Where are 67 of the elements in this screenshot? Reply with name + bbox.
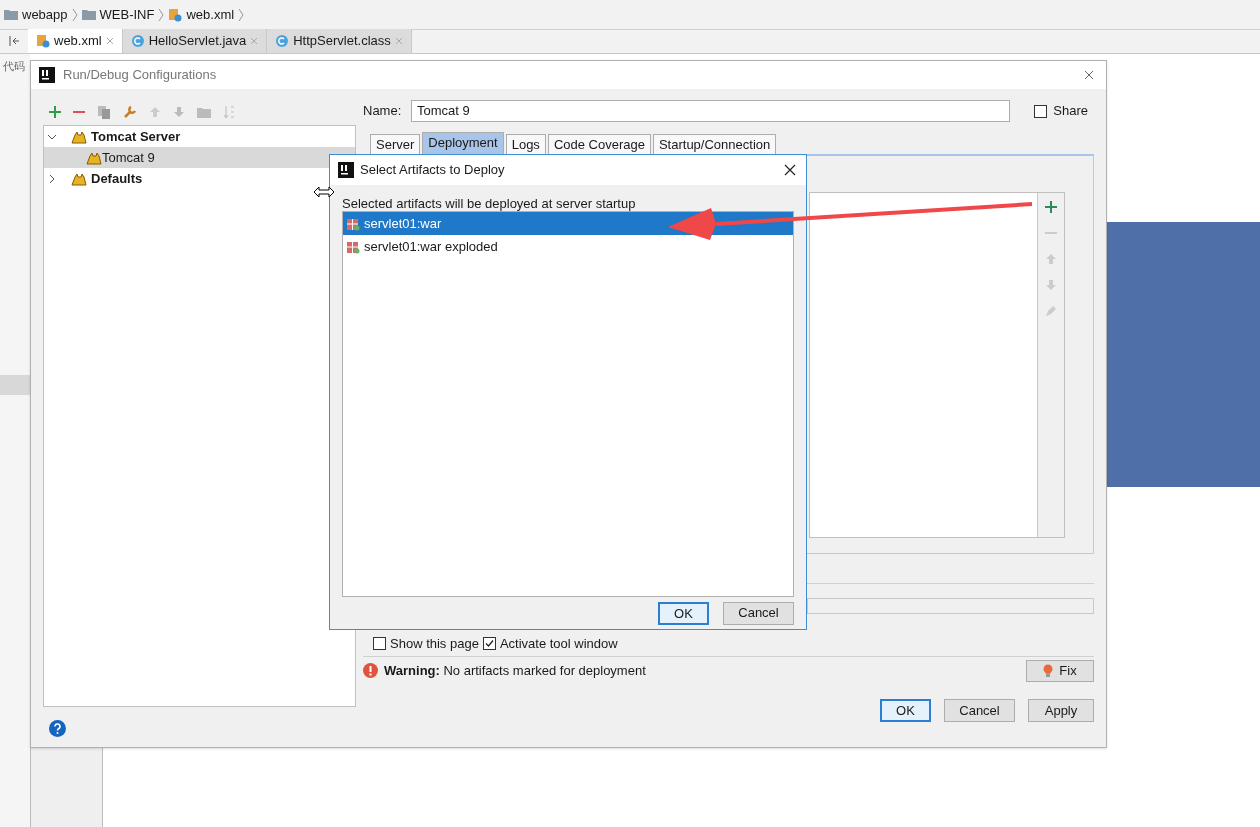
- checkbox-label: Share: [1053, 102, 1088, 121]
- folder-icon[interactable]: [197, 106, 211, 118]
- expand-icon[interactable]: [47, 173, 57, 184]
- folder-icon: [81, 9, 96, 20]
- editor-tab[interactable]: HelloServlet.java: [122, 29, 268, 53]
- settings-tab[interactable]: Startup/Connection: [652, 134, 777, 154]
- settings-tab[interactable]: Code Coverage: [547, 134, 651, 154]
- checkbox[interactable]: [482, 636, 496, 650]
- class-icon: [275, 34, 290, 48]
- checkbox[interactable]: [373, 636, 386, 650]
- close-icon[interactable]: [784, 164, 796, 176]
- field-label: Name:: [363, 102, 403, 121]
- add-icon[interactable]: [49, 106, 61, 118]
- resize-cursor-icon: [313, 186, 335, 198]
- window-title: Run/Debug Configurations: [63, 66, 217, 85]
- folder-icon: [4, 9, 18, 20]
- dialog-button[interactable]: Apply: [1028, 699, 1094, 722]
- settings-tab[interactable]: Logs: [505, 134, 546, 154]
- settings-tab[interactable]: Deployment: [422, 132, 504, 154]
- breadcrumb-item[interactable]: webapp: [22, 4, 68, 25]
- dialog-button[interactable]: OK: [880, 699, 931, 722]
- dialog-button[interactable]: Cancel: [944, 699, 1015, 722]
- editor-tab[interactable]: web.xml: [28, 29, 123, 53]
- checkbox[interactable]: [1034, 104, 1048, 118]
- cat-icon: [71, 129, 87, 144]
- editor-tab[interactable]: HttpServlet.class: [267, 29, 412, 53]
- artifact-item[interactable]: servlet01:war: [343, 212, 793, 235]
- dialog-title: Select Artifacts to Deploy: [360, 161, 505, 180]
- tree-item[interactable]: Tomcat Server: [44, 126, 355, 147]
- dialog-button[interactable]: OK: [658, 601, 709, 625]
- cat-icon: [71, 171, 87, 186]
- app-logo-icon: [338, 162, 354, 178]
- warning-icon: [363, 663, 378, 678]
- help-icon[interactable]: [49, 720, 66, 737]
- text-field[interactable]: [807, 598, 1094, 614]
- wrench-icon[interactable]: [123, 105, 137, 119]
- chevron-icon: [158, 7, 165, 22]
- artifact-item[interactable]: servlet01:war exploded: [343, 235, 793, 258]
- fix-button[interactable]: Fix: [1026, 659, 1094, 682]
- copy-icon[interactable]: [97, 105, 111, 119]
- file-icon: [168, 7, 183, 22]
- down-arrow-icon[interactable]: [173, 106, 185, 118]
- bulb-icon: [1043, 663, 1054, 678]
- warning-message: Warning: No artifacts marked for deployment: [384, 661, 646, 680]
- chevron-icon: [71, 7, 78, 22]
- add-icon[interactable]: [1045, 201, 1057, 213]
- chevron-icon: [238, 7, 245, 22]
- checkbox-label: Show this page: [390, 634, 479, 653]
- pin-icon[interactable]: [8, 35, 20, 47]
- class-icon: [130, 34, 145, 48]
- line-highlight: [0, 374, 30, 395]
- package-icon: [346, 239, 360, 254]
- dialog-button[interactable]: Cancel: [723, 601, 794, 625]
- breadcrumb-item[interactable]: web.xml: [186, 4, 235, 25]
- settings-tab[interactable]: Server: [370, 134, 421, 154]
- cat-icon: [86, 150, 102, 165]
- hint-text: Selected artifacts will be deployed at server startup: [342, 195, 637, 211]
- breadcrumb-item[interactable]: WEB-INF: [99, 4, 155, 25]
- name-field[interactable]: Tomcat 9: [411, 100, 1010, 122]
- sort-icon[interactable]: [223, 105, 235, 119]
- file-icon: [36, 34, 50, 48]
- checkbox-label: Activate tool window: [499, 634, 618, 653]
- tree-item[interactable]: Tomcat 9: [44, 147, 355, 168]
- gutter-text: 代码: [2, 59, 26, 74]
- app-logo-icon: [39, 67, 55, 83]
- tree-item[interactable]: Defaults: [44, 168, 355, 189]
- package-icon: [346, 216, 360, 231]
